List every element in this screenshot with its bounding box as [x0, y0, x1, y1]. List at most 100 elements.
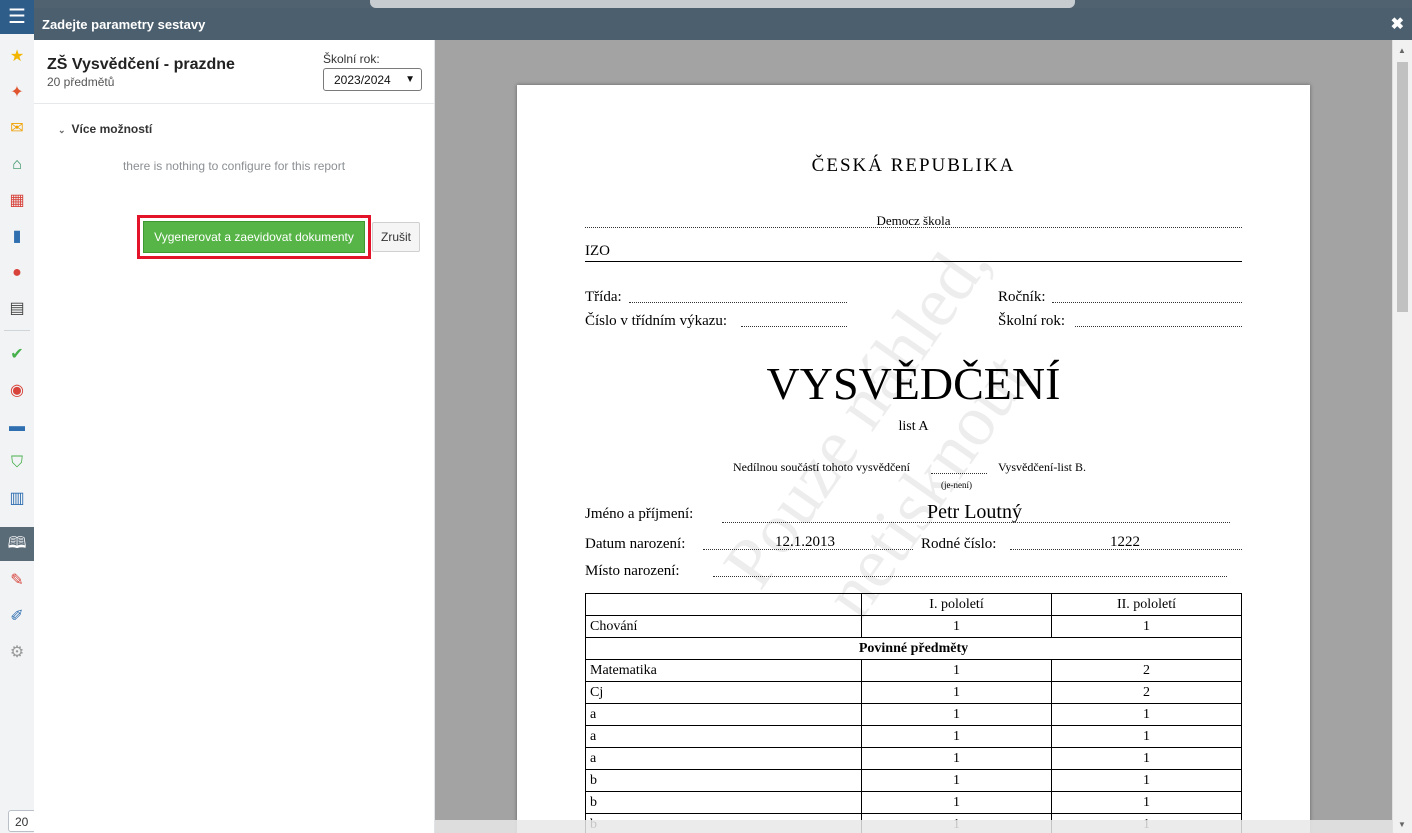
more-options-label: Více možností	[71, 122, 153, 136]
place-label: Místo narození:	[585, 563, 680, 579]
table-header-h2: II. pololetí	[1051, 593, 1242, 616]
table-cell: a	[585, 725, 862, 748]
magic-wand-icon[interactable]: ✦	[7, 83, 27, 103]
dialog-header: Zadejte parametry sestavy ✖	[34, 8, 1412, 40]
table-cell: 1	[1051, 769, 1242, 792]
close-icon[interactable]: ✖	[1391, 14, 1404, 34]
user-icon[interactable]: ●	[7, 263, 27, 283]
scroll-thumb[interactable]	[1397, 62, 1408, 312]
chart-circle-icon[interactable]: ◉	[7, 381, 27, 401]
horizontal-scrollbar[interactable]	[435, 820, 1392, 833]
grades-table: I. pololetí II. pololetí Chování 1 1 Pov…	[585, 593, 1242, 833]
report-title: ZŠ Vysvědčení - prazdne	[47, 56, 235, 73]
bar-chart-icon[interactable]: ▥	[7, 489, 27, 509]
vertical-scrollbar[interactable]: ▲ ▼	[1392, 40, 1412, 833]
scroll-down-icon[interactable]: ▼	[1398, 820, 1406, 829]
table-cell: Cj	[585, 681, 862, 704]
table-cell: 1	[1051, 725, 1242, 748]
table-row: Cj 1 2	[585, 681, 1242, 704]
table-row: a11	[585, 725, 1242, 748]
table-cell: 1	[1051, 791, 1242, 814]
table-cell: b	[585, 769, 862, 792]
name-label: Jméno a příjmení:	[585, 506, 694, 522]
izo-label: IZO	[585, 243, 610, 259]
empty-config-message: there is nothing to configure for this r…	[122, 159, 346, 173]
chevron-down-icon: ▼	[405, 74, 415, 85]
table-cell: Chování	[585, 615, 862, 638]
table-cell: 1	[861, 703, 1052, 726]
app-sidebar: ☰ ★ ✦ ✉ ⌂ ▦ ▮ ● ▤ ✔ ◉ ▬ ⛉ ▥ 🕮 ✎ ✐ ⚙ 20	[0, 0, 36, 833]
school-year-label: Školní rok:	[998, 313, 1066, 329]
table-cell: 2	[1051, 681, 1242, 704]
more-options-toggle[interactable]: ⌄ Více možností	[58, 122, 152, 136]
school-year-value: 2023/2024	[334, 72, 391, 87]
table-cell: 1	[1051, 747, 1242, 770]
table-cell: 1	[861, 747, 1052, 770]
check-circle-icon[interactable]: ✔	[7, 345, 27, 365]
table-row: a11	[585, 703, 1242, 726]
bottom-field[interactable]: 20	[8, 810, 36, 832]
generate-button[interactable]: Vygenerovat a zaevidovat dokumenty	[143, 221, 365, 253]
school-year-label: Školní rok:	[323, 52, 380, 66]
grade-label: Ročník:	[998, 289, 1046, 305]
table-cell: 1	[861, 615, 1052, 638]
table-cell: Matematika	[585, 659, 862, 682]
document-preview[interactable]: ČESKÁ REPUBLIKA Democz škola IZO Třída: …	[435, 40, 1392, 833]
table-row: Chování 1 1	[585, 615, 1242, 638]
table-row: b11	[585, 791, 1242, 814]
table-row: a11	[585, 747, 1242, 770]
country-heading: ČESKÁ REPUBLIKA	[811, 155, 1016, 176]
school-year-line	[1075, 326, 1242, 327]
table-header-row: I. pololetí II. pololetí	[585, 593, 1242, 616]
calendar-grid-icon[interactable]: ▦	[7, 191, 27, 211]
table-cell: 1	[861, 659, 1052, 682]
birth-number-value: 1222	[1110, 534, 1140, 550]
table-cell: 1	[1051, 615, 1242, 638]
gear-icon[interactable]: ⚙	[7, 643, 27, 663]
dialog-title: Zadejte parametry sestavy	[42, 16, 206, 32]
table-cell: 1	[861, 769, 1052, 792]
open-book-icon[interactable]: 🕮	[7, 534, 27, 554]
report-subtitle: 20 předmětů	[47, 75, 115, 89]
table-cell: 1	[861, 791, 1052, 814]
table-cell	[585, 593, 862, 616]
menu-button[interactable]: ☰	[0, 0, 34, 34]
table-cell: 1	[861, 725, 1052, 748]
register-label: Číslo v třídním výkazu:	[585, 313, 728, 329]
star-icon[interactable]: ★	[7, 47, 27, 67]
parameters-panel: ZŠ Vysvědčení - prazdne 20 předmětů Škol…	[34, 40, 435, 833]
report-dialog: Zadejte parametry sestavy ✖ ZŠ Vysvědčen…	[34, 8, 1412, 833]
section-title: Povinné předměty	[585, 637, 1242, 660]
table-cell: a	[585, 747, 862, 770]
chevron-down-icon: ⌄	[58, 125, 66, 135]
book-icon[interactable]: ▮	[7, 227, 27, 247]
dob-label: Datum narození:	[585, 536, 686, 552]
mail-icon[interactable]: ✉	[7, 119, 27, 139]
table-cell: 2	[1051, 659, 1242, 682]
register-line	[741, 326, 847, 327]
schedule-icon[interactable]: ▤	[7, 299, 27, 319]
cancel-button[interactable]: Zrušit	[372, 222, 420, 252]
table-cell: b	[585, 791, 862, 814]
table-row: b11	[585, 769, 1242, 792]
home-icon[interactable]: ⌂	[7, 155, 27, 175]
scroll-up-icon[interactable]: ▲	[1398, 46, 1406, 55]
school-name: Democz škola	[876, 213, 951, 228]
table-cell: a	[585, 703, 862, 726]
certificate-page: ČESKÁ REPUBLIKA Democz škola IZO Třída: …	[517, 85, 1310, 833]
chat-icon[interactable]: ✎	[7, 571, 27, 591]
pencil-icon[interactable]: ✐	[7, 607, 27, 627]
annex-sheet: Vysvědčení-list B.	[998, 460, 1086, 474]
sidebar-divider	[4, 330, 30, 331]
class-line	[629, 302, 847, 303]
table-row: Matematika 1 2	[585, 659, 1242, 682]
hamburger-icon: ☰	[8, 6, 26, 28]
grade-line	[1052, 302, 1242, 303]
briefcase-icon[interactable]: ▬	[7, 417, 27, 437]
table-section-row: Povinné předměty	[585, 637, 1242, 660]
background-search	[370, 0, 1075, 8]
class-label: Třída:	[585, 289, 622, 305]
school-year-select[interactable]: 2023/2024 ▼	[323, 68, 422, 91]
shield-icon[interactable]: ⛉	[7, 453, 27, 473]
table-cell: 1	[1051, 703, 1242, 726]
